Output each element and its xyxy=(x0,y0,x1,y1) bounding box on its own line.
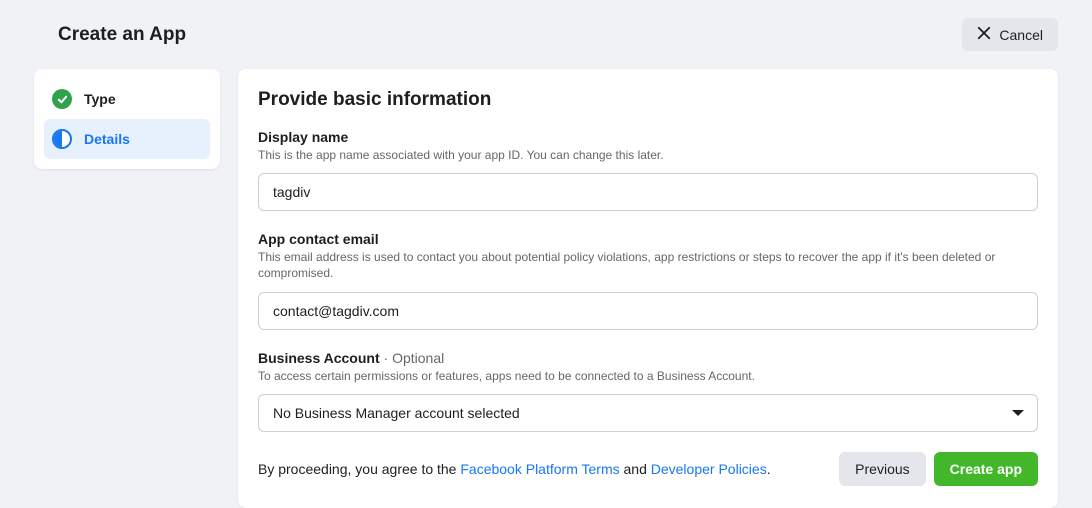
contact-email-input[interactable] xyxy=(258,292,1038,330)
consent-mid: and xyxy=(620,461,651,477)
check-circle-icon xyxy=(52,89,72,109)
display-name-label: Display name xyxy=(258,129,1038,145)
sidebar-step-details[interactable]: Details xyxy=(44,119,210,159)
consent-text: By proceeding, you agree to the Facebook… xyxy=(258,461,771,477)
display-name-desc: This is the app name associated with you… xyxy=(258,147,1038,163)
contact-email-desc: This email address is used to contact yo… xyxy=(258,249,1038,281)
display-name-input[interactable] xyxy=(258,173,1038,211)
contact-email-label: App contact email xyxy=(258,231,1038,247)
cancel-button[interactable]: Cancel xyxy=(962,18,1058,51)
business-account-select[interactable]: No Business Manager account selected xyxy=(258,394,1038,432)
steps-sidebar: Type Details xyxy=(34,69,220,169)
page-title: Create an App xyxy=(34,24,186,46)
step-label: Type xyxy=(84,91,116,107)
business-account-desc: To access certain permissions or feature… xyxy=(258,368,1038,384)
close-icon xyxy=(977,26,991,43)
cancel-label: Cancel xyxy=(999,27,1043,43)
platform-terms-link[interactable]: Facebook Platform Terms xyxy=(460,461,619,477)
form-card: Provide basic information Display name T… xyxy=(238,69,1058,508)
step-label: Details xyxy=(84,131,130,147)
previous-button[interactable]: Previous xyxy=(839,452,925,486)
create-app-button[interactable]: Create app xyxy=(934,452,1038,486)
half-circle-icon xyxy=(52,129,72,149)
section-title: Provide basic information xyxy=(258,89,1038,111)
consent-prefix: By proceeding, you agree to the xyxy=(258,461,460,477)
sidebar-step-type[interactable]: Type xyxy=(44,79,210,119)
developer-policies-link[interactable]: Developer Policies xyxy=(651,461,767,477)
consent-suffix: . xyxy=(767,461,771,477)
business-account-label-text: Business Account xyxy=(258,350,380,366)
business-account-label: Business Account · Optional xyxy=(258,350,1038,366)
display-name-field: Display name This is the app name associ… xyxy=(258,129,1038,211)
optional-badge: · Optional xyxy=(380,350,445,366)
business-account-field: Business Account · Optional To access ce… xyxy=(258,350,1038,432)
contact-email-field: App contact email This email address is … xyxy=(258,231,1038,329)
